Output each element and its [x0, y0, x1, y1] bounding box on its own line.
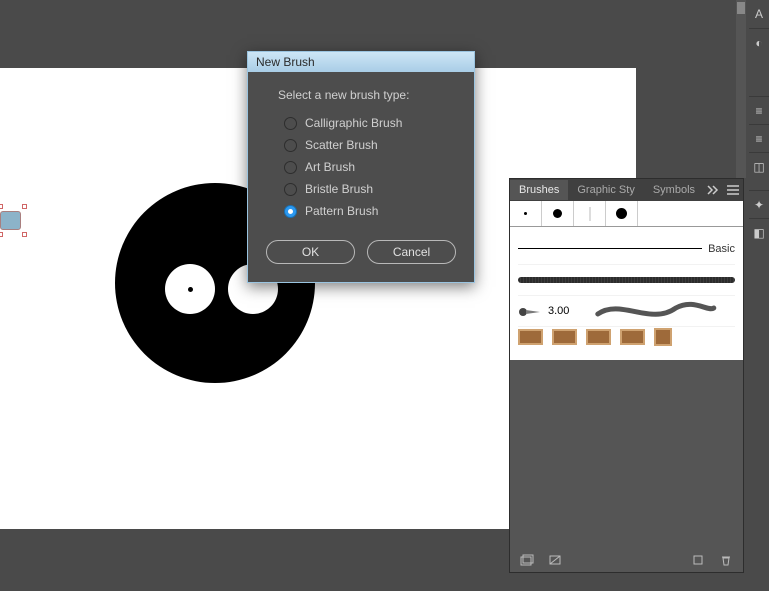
selection-bounding-box[interactable]: [0, 206, 26, 236]
ok-button[interactable]: OK: [266, 240, 355, 264]
rail-tool-7[interactable]: ◧: [749, 218, 769, 246]
vector-dot[interactable]: [188, 287, 193, 292]
new-brush-icon[interactable]: [689, 553, 707, 567]
brush-swatch-medium-round[interactable]: [542, 201, 574, 226]
radio-icon: [284, 139, 297, 152]
delete-brush-icon[interactable]: [717, 553, 735, 567]
tab-graphic-styles[interactable]: Graphic Sty: [568, 180, 643, 200]
brush-swatches-row: [510, 201, 743, 227]
rail-tool-6[interactable]: ✦: [749, 190, 769, 218]
radio-art-brush[interactable]: Art Brush: [278, 156, 454, 178]
rail-tool-4[interactable]: ≡: [749, 124, 769, 152]
radio-icon: [284, 205, 297, 218]
new-brush-dialog: New Brush Select a new brush type: Calli…: [247, 51, 475, 283]
brush-swatch-tiny-round[interactable]: [510, 201, 542, 226]
radio-bristle-brush[interactable]: Bristle Brush: [278, 178, 454, 200]
brush-tip-icon: [518, 306, 540, 316]
panel-menu-icon[interactable]: [724, 180, 743, 200]
libraries-menu-icon[interactable]: [518, 553, 536, 567]
rail-tool-1[interactable]: A: [749, 0, 769, 28]
radio-icon: [284, 183, 297, 196]
collapse-panel-icon[interactable]: [704, 180, 723, 200]
brush-list: Basic 3.00: [510, 227, 743, 360]
radio-icon: [284, 117, 297, 130]
dialog-prompt: Select a new brush type:: [278, 88, 454, 102]
toolbar-rail: A ◐ ≡ ≡ ◫ ✦ ◧: [749, 0, 769, 591]
radio-label: Bristle Brush: [305, 182, 373, 196]
tab-symbols[interactable]: Symbols: [644, 180, 704, 200]
brush-basic[interactable]: Basic: [518, 233, 735, 264]
brush-pattern-border[interactable]: [518, 326, 735, 346]
radio-label: Calligraphic Brush: [305, 116, 402, 130]
radio-label: Art Brush: [305, 160, 355, 174]
radio-calligraphic-brush[interactable]: Calligraphic Brush: [278, 112, 454, 134]
radio-pattern-brush[interactable]: Pattern Brush: [278, 200, 454, 222]
panel-tabs: Brushes Graphic Sty Symbols: [510, 179, 743, 201]
panel-footer: [510, 548, 743, 572]
cancel-button[interactable]: Cancel: [367, 240, 456, 264]
remove-stroke-icon[interactable]: [546, 553, 564, 567]
rail-tool-3[interactable]: ≡: [749, 96, 769, 124]
brush-stroke-size: 3.00: [548, 305, 569, 317]
radio-label: Pattern Brush: [305, 204, 378, 218]
scrollbar-thumb[interactable]: [737, 2, 745, 14]
brush-swatch-thin-line[interactable]: [574, 201, 606, 226]
radio-scatter-brush[interactable]: Scatter Brush: [278, 134, 454, 156]
radio-icon: [284, 161, 297, 174]
radio-label: Scatter Brush: [305, 138, 378, 152]
vertical-scrollbar[interactable]: [736, 0, 746, 178]
brush-basic-label: Basic: [702, 243, 735, 255]
brush-tapered-stroke[interactable]: 3.00: [518, 295, 735, 326]
brush-charcoal[interactable]: [518, 264, 735, 295]
brush-stroke-preview: [577, 300, 735, 323]
brush-swatch-large-round[interactable]: [606, 201, 638, 226]
rail-tool-2[interactable]: ◐: [749, 28, 769, 56]
brushes-panel: Brushes Graphic Sty Symbols Basic: [509, 178, 744, 573]
dialog-title[interactable]: New Brush: [248, 52, 474, 72]
tab-brushes[interactable]: Brushes: [510, 180, 568, 200]
rail-tool-5[interactable]: ◫: [749, 152, 769, 180]
